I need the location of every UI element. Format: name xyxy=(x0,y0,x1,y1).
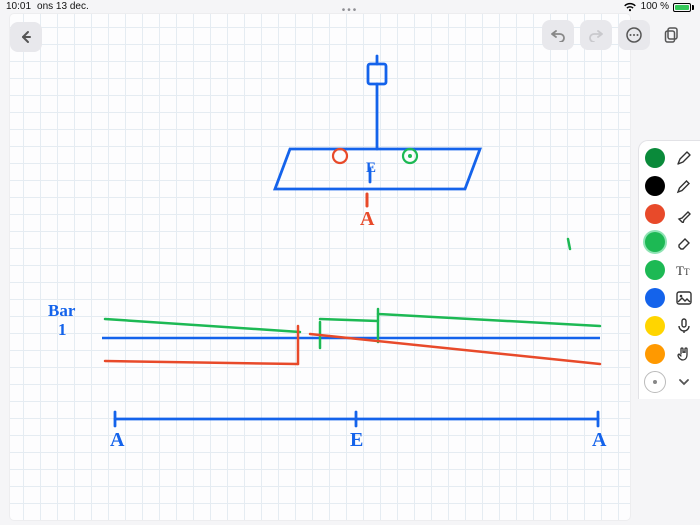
hand-icon xyxy=(675,345,693,363)
sketch-layer: E A Bar 1 A E A xyxy=(10,14,630,520)
image-icon xyxy=(675,289,693,307)
pencil-tool[interactable] xyxy=(673,175,695,197)
status-bar: 10:01 ons 13 dec. ••• 100 % xyxy=(0,0,700,14)
image-tool[interactable] xyxy=(673,287,695,309)
highlighter-icon xyxy=(675,205,693,223)
more-icon xyxy=(625,26,643,44)
status-date: ons 13 dec. xyxy=(37,0,89,14)
label-E-mid: E xyxy=(350,429,363,451)
expand-tools[interactable] xyxy=(673,375,695,389)
battery-icon xyxy=(673,3,694,12)
color-swatch-darkgreen[interactable] xyxy=(645,148,665,168)
drawing-canvas[interactable]: E A Bar 1 A E A xyxy=(10,14,630,520)
text-tool[interactable]: TT xyxy=(673,259,695,281)
color-swatch-blue[interactable] xyxy=(645,288,665,308)
redo-button[interactable] xyxy=(580,20,612,50)
svg-text:T: T xyxy=(676,263,684,278)
color-swatch-black[interactable] xyxy=(645,176,665,196)
wifi-icon xyxy=(623,2,637,12)
arrow-left-icon xyxy=(19,30,33,44)
mic-icon xyxy=(675,317,693,335)
undo-button[interactable] xyxy=(542,20,574,50)
color-swatch-green-selected[interactable] xyxy=(645,232,665,252)
label-bar: Bar xyxy=(48,301,76,320)
pen-icon xyxy=(675,149,693,167)
chevron-down-icon xyxy=(677,377,691,387)
eraser-icon xyxy=(675,233,693,251)
copy-button[interactable] xyxy=(656,20,688,50)
color-swatch-red[interactable] xyxy=(645,204,665,224)
label-A-right: A xyxy=(592,429,607,451)
stroke-size-knob[interactable] xyxy=(644,371,666,393)
text-icon: TT xyxy=(675,261,693,279)
multitask-dots-icon[interactable]: ••• xyxy=(342,4,359,18)
eraser-tool[interactable] xyxy=(673,231,695,253)
gesture-tool[interactable] xyxy=(673,343,695,365)
more-button[interactable] xyxy=(618,20,650,50)
copy-icon xyxy=(663,26,681,44)
redo-icon xyxy=(588,28,604,42)
highlighter-tool[interactable] xyxy=(673,203,695,225)
color-swatch-orange[interactable] xyxy=(645,344,665,364)
label-A-top: A xyxy=(360,208,375,230)
mic-tool[interactable] xyxy=(673,315,695,337)
status-time: 10:01 xyxy=(6,0,31,14)
top-actions xyxy=(542,20,688,50)
color-swatch-yellow[interactable] xyxy=(645,316,665,336)
label-E-top: E xyxy=(366,160,376,176)
undo-icon xyxy=(550,28,566,42)
back-button[interactable] xyxy=(10,22,42,52)
color-swatch-green[interactable] xyxy=(645,260,665,280)
pencil-icon xyxy=(675,177,693,195)
pen-tool[interactable] xyxy=(673,147,695,169)
label-one: 1 xyxy=(58,320,67,339)
battery-text: 100 % xyxy=(641,0,669,14)
svg-text:T: T xyxy=(684,267,690,277)
tools-palette: TT xyxy=(638,140,700,399)
label-A-left: A xyxy=(110,429,125,451)
